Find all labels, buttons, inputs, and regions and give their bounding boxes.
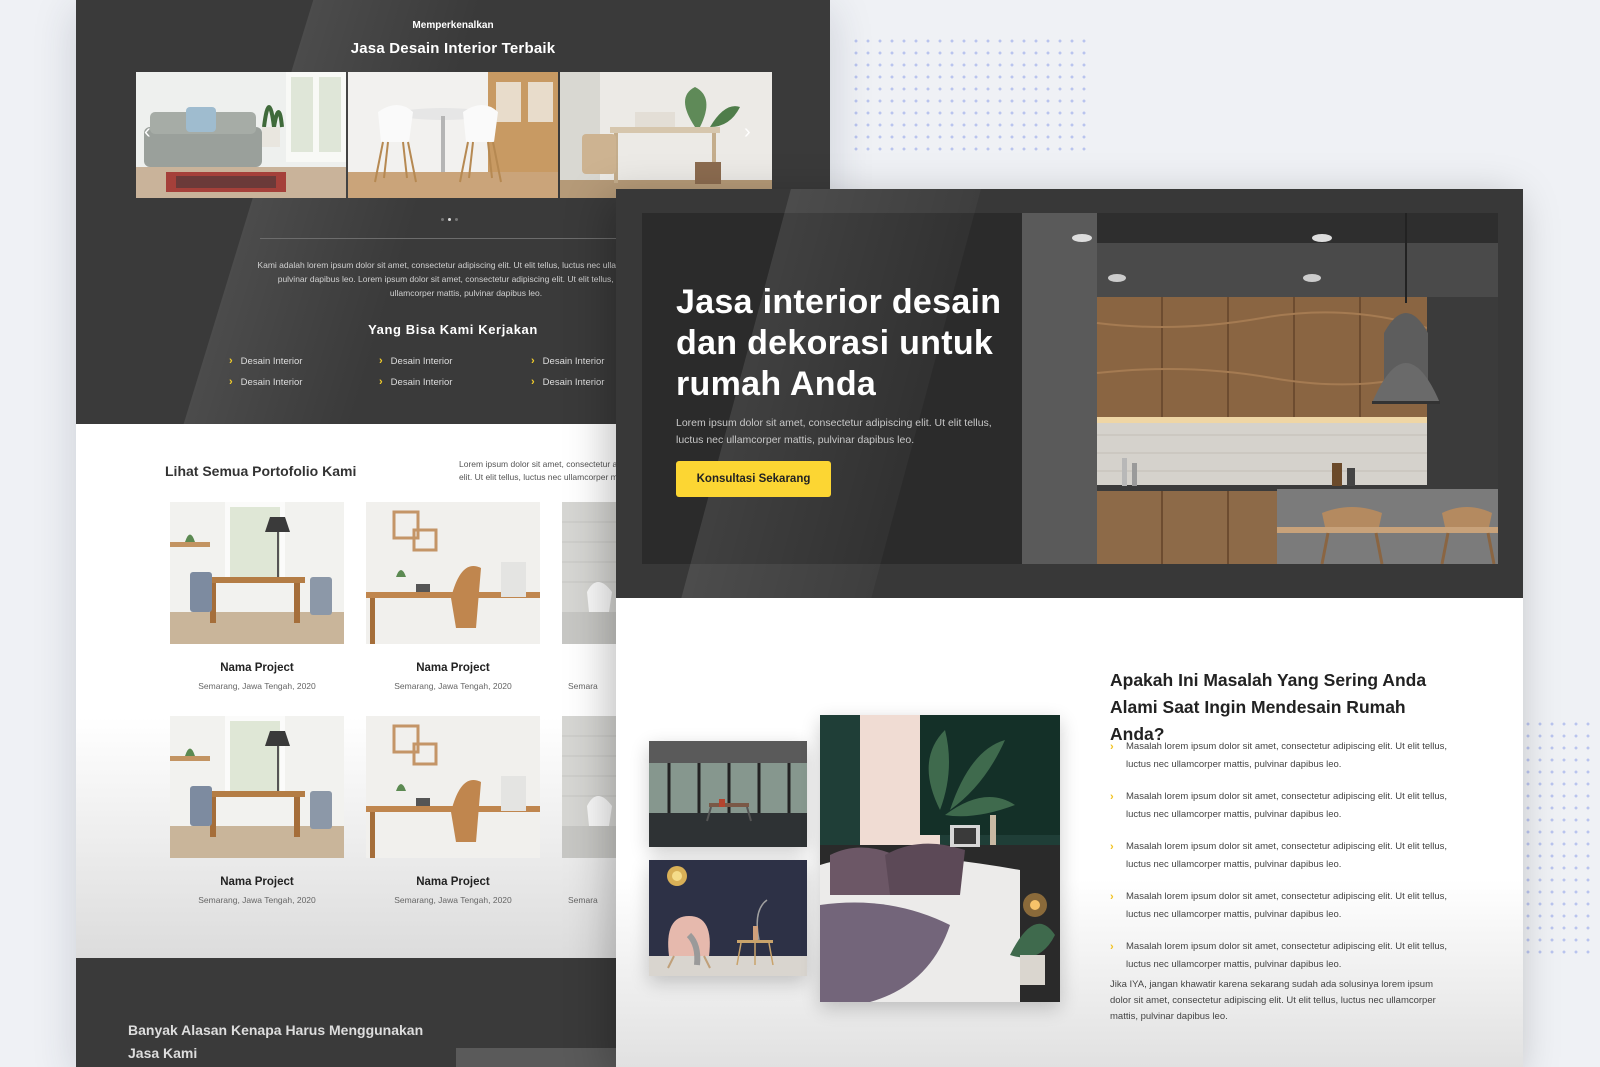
service-item: › Desain Interior (531, 376, 605, 388)
portfolio-title: Lihat Semua Portofolio Kami (165, 463, 357, 479)
slide-workspace (560, 72, 772, 198)
chevron-right-icon: › (379, 376, 383, 388)
intro-kicker: Memperkenalkan (412, 20, 494, 31)
project-name: Nama Project (416, 876, 490, 888)
hero-title: Jasa interior desain dan dekorasi untuk … (676, 283, 1002, 403)
dot-pattern-right (1522, 718, 1594, 960)
project-thumbnail[interactable] (170, 502, 344, 644)
project-name: Nama Project (416, 662, 490, 674)
bedroom-photo (820, 715, 1060, 1002)
chevron-right-icon: › (1110, 841, 1114, 853)
slide-dining-room (348, 72, 558, 198)
service-item: › Desain Interior (379, 355, 453, 367)
chevron-right-icon: › (1110, 741, 1114, 753)
project-meta: Semarang, Jawa Tengah, 2020 (198, 681, 316, 691)
service-item: › Desain Interior (229, 355, 303, 367)
intro-title: Jasa Desain Interior Terbaik (350, 40, 556, 57)
project-thumbnail[interactable] (366, 502, 540, 644)
dot-pattern-top (850, 35, 1090, 155)
hero-kitchen-image (1022, 213, 1498, 564)
problem-item: › Masalah lorem ipsum dolor sit amet, con… (1110, 838, 1450, 874)
slide-living-room (136, 72, 346, 198)
problem-item: › Masalah lorem ipsum dolor sit amet, con… (1110, 738, 1450, 774)
chevron-right-icon: › (1110, 791, 1114, 803)
project-thumbnail[interactable] (170, 716, 344, 858)
problem-item: › Masalah lorem ipsum dolor sit amet, con… (1110, 888, 1450, 924)
project-name: Nama Project (220, 876, 294, 888)
closing-paragraph: Jika IYA, jangan khawatir karena sekaran… (1110, 979, 1436, 1022)
landing-page-front: Jasa interior desain dan dekorasi untuk … (616, 189, 1523, 1067)
project-meta: Semarang, Jawa Tengah, 2020 (394, 895, 512, 905)
slider-prev-arrow[interactable]: ‹ (144, 122, 151, 142)
chair-photo (649, 860, 807, 976)
chevron-right-icon: › (1110, 891, 1114, 903)
office-photo (649, 741, 807, 847)
chevron-right-icon: › (379, 355, 383, 367)
slider-next-arrow[interactable]: › (744, 122, 751, 142)
project-meta: Semarang, Jawa Tengah, 2020 (394, 681, 512, 691)
service-item: › Desain Interior (379, 376, 453, 388)
hero-paragraph: Lorem ipsum dolor sit amet, consectetur … (676, 417, 992, 446)
slider-dot[interactable] (455, 218, 458, 221)
reasons-title: Banyak Alasan Kenapa Harus Menggunakan J… (128, 1022, 424, 1061)
slider-dot-active[interactable] (448, 218, 451, 221)
intro-paragraph: Kami adalah lorem ipsum dolor sit amet, … (257, 260, 675, 298)
image-slider[interactable]: ‹ › (136, 72, 772, 198)
service-item: › Desain Interior (531, 355, 605, 367)
problem-item: › Masalah lorem ipsum dolor sit amet, con… (1110, 788, 1450, 824)
slider-dots[interactable] (441, 208, 465, 221)
service-item: › Desain Interior (229, 376, 303, 388)
consult-now-button[interactable]: Konsultasi Sekarang (676, 461, 831, 497)
chevron-right-icon: › (229, 355, 233, 367)
reasons-image (456, 1048, 616, 1067)
hero-section: Jasa interior desain dan dekorasi untuk … (616, 189, 1523, 598)
project-thumbnail[interactable] (366, 716, 540, 858)
chevron-right-icon: › (531, 355, 535, 367)
problems-title: Apakah Ini Masalah Yang Sering Anda Alam… (1110, 670, 1427, 744)
project-meta: Semarang, Jawa Tengah, 2020 (198, 895, 316, 905)
slider-dot[interactable] (441, 218, 444, 221)
project-name: Nama Project (220, 662, 294, 674)
chevron-right-icon: › (229, 376, 233, 388)
chevron-right-icon: › (1110, 941, 1114, 953)
problem-item: › Masalah lorem ipsum dolor sit amet, con… (1110, 938, 1450, 974)
chevron-right-icon: › (531, 376, 535, 388)
